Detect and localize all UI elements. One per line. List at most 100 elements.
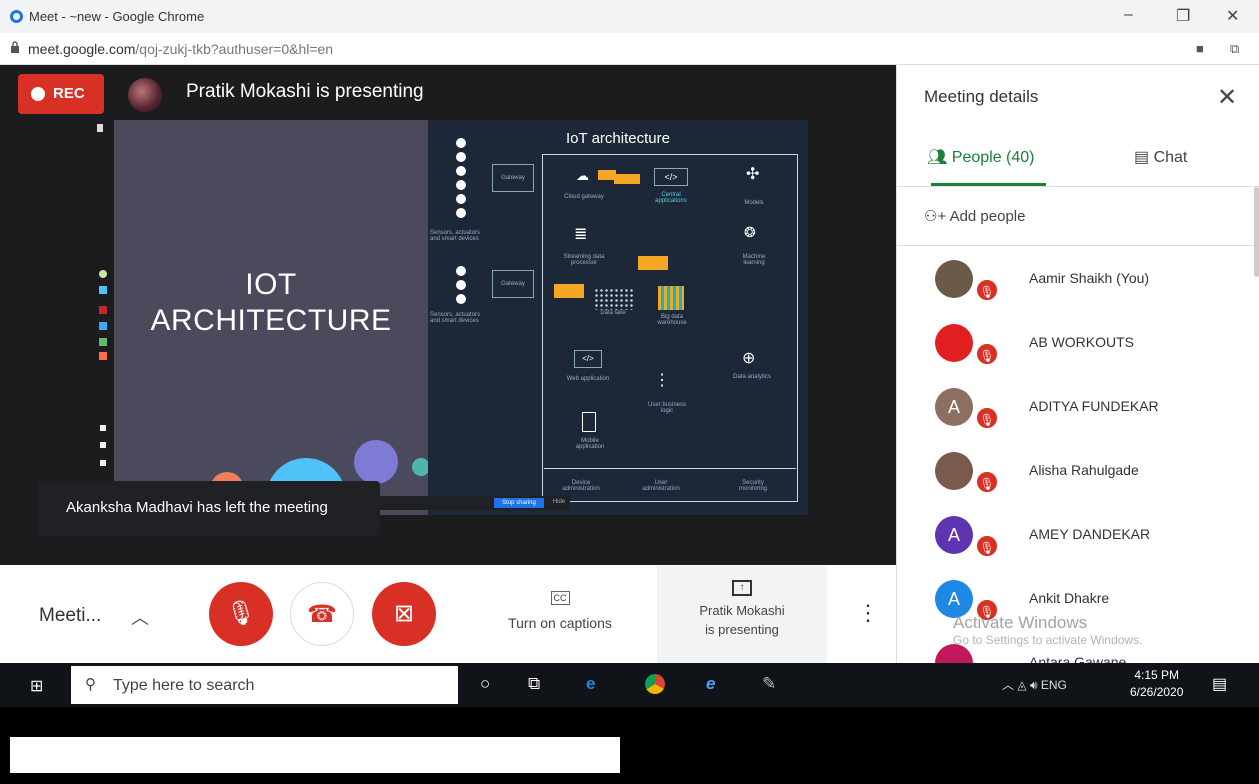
gateway-box: Gateway (492, 164, 534, 192)
minimize-icon[interactable]: – (1124, 6, 1133, 24)
avatar: A (935, 388, 973, 426)
avatar: A (935, 516, 973, 554)
participant-row[interactable]: A 🎙︎ AMEY DANDEKAR (897, 506, 1259, 570)
divider (897, 186, 1259, 187)
tray-chevron-icon[interactable]: ︿ (1002, 678, 1014, 692)
people-tab-label: People (40) (951, 149, 1035, 166)
windows-start-icon[interactable]: ⊞ (30, 676, 43, 696)
add-person-icon: ⚇+ (924, 208, 947, 225)
volume-icon[interactable]: 🔊︎ (1030, 678, 1038, 692)
warehouse-icon (658, 286, 684, 310)
add-people-button[interactable]: ⚇+ Add people (924, 207, 1025, 225)
data-lake-icon (594, 288, 634, 310)
system-tray[interactable]: ︿ ◬ 🔊︎ ENG (1002, 676, 1067, 693)
iot-architecture-diagram: IoT architecture Sensors, actuators and … (428, 120, 808, 515)
participant-row[interactable]: 🎙︎ AB WORKOUTS (897, 314, 1259, 378)
camera-off-button[interactable]: ⊠ (372, 582, 436, 646)
restore-icon[interactable]: ❐ (1176, 6, 1190, 26)
window-title: Meet - ~new - Google Chrome (29, 9, 205, 24)
streaming-label: Streaming data processor (563, 254, 605, 266)
central-apps-label: Central applications (655, 192, 687, 204)
chrome-icon[interactable] (645, 674, 665, 694)
muted-mic-icon: 🎙︎ (975, 470, 999, 494)
url-host: meet.google.com (28, 41, 136, 57)
queue-box (614, 174, 640, 184)
record-dot-icon (31, 87, 45, 101)
shared-desktop-icons (97, 120, 111, 500)
edge-icon[interactable]: e (586, 674, 595, 694)
camera-off-icon: ⊠ (393, 600, 415, 627)
analytics-icon: ⊕ (742, 350, 756, 367)
close-panel-icon[interactable]: ✕ (1217, 83, 1237, 112)
hide-button[interactable]: Hide (550, 499, 568, 505)
leave-call-button[interactable]: ☎ (290, 582, 354, 646)
add-people-label: Add people (949, 208, 1026, 225)
blank-box (10, 737, 620, 773)
windows-taskbar: ⊞ ⚲ Type here to search ○ ⧉ e e ✎ ︿ ◬ 🔊︎… (0, 663, 1259, 707)
diagram-title: IoT architecture (566, 130, 670, 147)
divider (897, 245, 1259, 246)
meeting-details-panel: Meeting details ✕ 👥︎ People (40) ▤ Chat … (896, 65, 1259, 663)
presenter-avatar (128, 78, 162, 112)
user-admin-label: User administration (642, 480, 680, 492)
watermark-line2: Go to Settings to activate Windows. (953, 633, 1143, 647)
avatar (935, 260, 973, 298)
address-bar[interactable]: meet.google.com/qoj-zukj-tkb?authuser=0&… (0, 33, 1259, 65)
participant-row[interactable]: A 🎙︎ ADITYA FUNDEKAR (897, 378, 1259, 442)
data-lake-label: Data lake (600, 310, 626, 316)
participant-name: Ankit Dhakre (1029, 590, 1110, 606)
taskbar-search-box[interactable]: ⚲ Type here to search (71, 666, 458, 704)
people-icon: 👥︎ (927, 149, 948, 166)
task-view-icon[interactable]: ⧉ (528, 674, 540, 694)
clock-date: 6/26/2020 (1130, 685, 1184, 699)
device-dot (456, 152, 466, 162)
slide-title-line2: ARCHITECTURE (150, 304, 392, 337)
cortana-icon[interactable]: ○ (480, 674, 490, 694)
close-window-icon[interactable]: ✕ (1226, 6, 1239, 26)
search-placeholder: Type here to search (113, 677, 255, 694)
device-dot (456, 208, 466, 218)
notification-center-icon[interactable]: ▤ (1212, 674, 1227, 694)
stop-sharing-button[interactable]: Stop sharing (494, 498, 544, 508)
recording-badge: REC (18, 74, 104, 114)
mobile-icon (582, 412, 596, 432)
camera-indicator-icon[interactable]: ■ (1196, 41, 1204, 56)
hang-up-icon: ☎ (307, 601, 337, 628)
participant-left-toast: Akanksha Madhavi has left the meeting (38, 481, 380, 536)
network-icon[interactable]: ◬ (1017, 678, 1026, 692)
present-screen-icon: ↑ (732, 580, 752, 596)
participant-name: AB WORKOUTS (1029, 334, 1135, 350)
panel-title: Meeting details (924, 87, 1039, 106)
devices-label: Sensors, actuators and smart devices (430, 230, 481, 242)
device-dot (456, 166, 466, 176)
device-dot (456, 294, 466, 304)
device-dot (456, 280, 466, 290)
devices-label: Sensors, actuators and smart devices (430, 312, 481, 324)
cc-icon: CC (550, 591, 570, 605)
chat-tab-label: Chat (1153, 149, 1188, 166)
present-now-button[interactable]: ↑ Pratik Mokashi is presenting (657, 566, 827, 663)
microphone-off-button[interactable]: 🎙︎ (209, 582, 273, 646)
language-indicator[interactable]: ENG (1041, 678, 1067, 692)
lock-icon (11, 41, 19, 53)
logic-label: User business logic (647, 402, 686, 414)
ml-label: Machine learning (742, 254, 766, 266)
chevron-up-icon[interactable]: ︿ (131, 604, 149, 630)
captions-button[interactable]: CC Turn on captions (490, 588, 630, 631)
participant-row[interactable]: 🎙︎ Aamir Shaikh (You) (897, 250, 1259, 314)
security-label: Security monitoring (738, 480, 767, 492)
participant-row[interactable]: 🎙︎ Alisha Rahulgade (897, 442, 1259, 506)
participant-name: AMEY DANDEKAR (1029, 526, 1151, 542)
muted-mic-icon: 🎙︎ (975, 534, 999, 558)
url-text[interactable]: meet.google.com/qoj-zukj-tkb?authuser=0&… (28, 41, 333, 57)
taskbar-clock[interactable]: 4:15 PM 6/26/2020 (1130, 667, 1183, 701)
internet-explorer-icon[interactable]: e (706, 674, 715, 694)
meeting-name[interactable]: Meeti... (39, 605, 101, 627)
app-icon[interactable]: ✎ (762, 674, 776, 694)
slide-title-panel: IOT ARCHITECTURE (114, 120, 428, 515)
tab-chat[interactable]: ▤ Chat (1134, 147, 1187, 167)
translate-icon[interactable]: ⧉ (1230, 41, 1239, 57)
more-options-icon[interactable]: ⋮ (857, 600, 879, 626)
tab-people[interactable]: 👥︎ People (40) (927, 147, 1034, 167)
slide-title-line1: IOT (245, 268, 297, 301)
